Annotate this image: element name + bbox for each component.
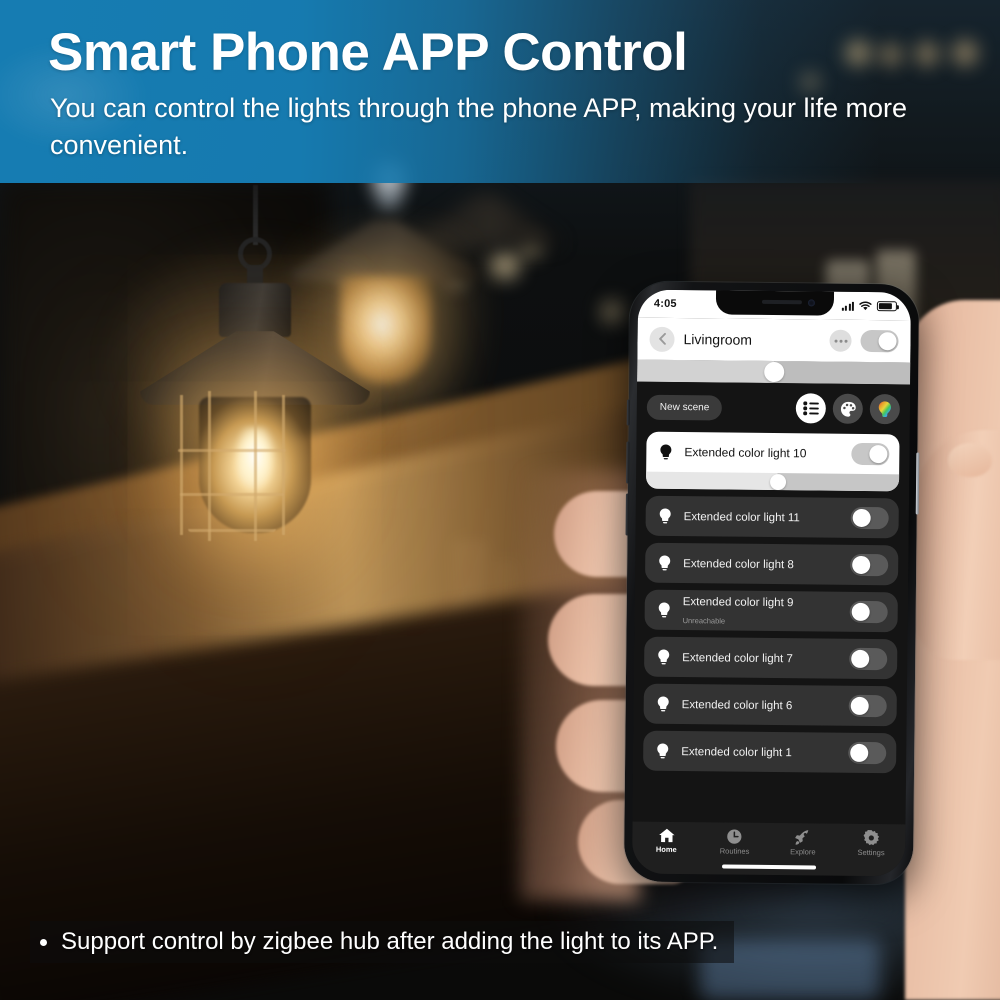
feature-caption: Support control by zigbee hub after addi…	[30, 921, 735, 963]
room-brightness-slider[interactable]	[637, 359, 911, 385]
palette-button[interactable]	[832, 393, 863, 424]
light-toggle[interactable]	[848, 741, 887, 765]
light-toggle[interactable]	[850, 506, 889, 530]
bottom-tab-bar: Home Routines Explore Settings	[631, 821, 906, 877]
bulb-icon	[655, 743, 670, 759]
banner-subtitle: You can control the lights through the p…	[50, 93, 908, 161]
light-name: Extended color light 7	[682, 652, 793, 666]
light-card-texts: Extended color light 7	[682, 648, 838, 668]
clock-icon	[727, 829, 742, 844]
color-bulb-icon	[878, 401, 891, 417]
page-title: Livingroom	[683, 331, 753, 348]
bulb-icon	[658, 508, 673, 524]
rocket-icon	[795, 830, 811, 845]
home-indicator[interactable]	[721, 864, 816, 870]
tab-home[interactable]: Home	[632, 828, 701, 855]
front-camera-icon	[807, 299, 815, 307]
list-view-icon	[802, 401, 819, 416]
status-icons	[841, 301, 897, 312]
phone-screen: 4:05 Livingroom New scene Extended color…	[631, 289, 912, 877]
light-name: Extended color light 9	[682, 596, 794, 610]
bullet-icon	[40, 938, 47, 946]
palette-icon	[840, 401, 856, 417]
caption-text: Support control by zigbee hub after addi…	[61, 928, 719, 955]
light-card-texts: Extended color light 1	[681, 742, 837, 762]
room-header: Livingroom	[637, 317, 911, 363]
list-view-button[interactable]	[795, 393, 826, 424]
battery-icon	[876, 301, 897, 312]
scene-toolbar: New scene	[646, 390, 900, 427]
light-toggle[interactable]	[850, 553, 889, 577]
light-toggle[interactable]	[848, 694, 887, 718]
tab-settings[interactable]: Settings	[837, 829, 906, 858]
tab-label: Settings	[857, 847, 885, 858]
light-card-texts: Extended color light 10	[684, 443, 840, 463]
gear-icon	[863, 829, 880, 846]
light-status: Unreachable	[682, 616, 726, 626]
light-card[interactable]: Extended color light 10	[645, 431, 900, 492]
room-power-toggle[interactable]	[860, 329, 899, 353]
light-card[interactable]: Extended color light 7	[644, 636, 898, 680]
light-name: Extended color light 10	[684, 445, 807, 461]
chevron-left-icon	[658, 332, 666, 345]
light-name: Extended color light 8	[683, 558, 794, 572]
light-brightness-slider[interactable]	[645, 471, 900, 492]
signal-bars-icon	[841, 301, 854, 311]
mute-switch[interactable]	[626, 399, 630, 426]
light-toggle[interactable]	[849, 647, 888, 671]
pendant-lantern-main	[120, 185, 390, 605]
tab-label: Home	[655, 844, 677, 855]
bulb-icon	[656, 696, 671, 712]
home-icon	[658, 828, 675, 843]
scene-icon-buttons	[795, 393, 900, 425]
light-card[interactable]: Extended color light 9 Unreachable	[644, 589, 898, 633]
bulb-icon	[656, 649, 671, 665]
light-card-texts: Extended color light 11	[684, 507, 840, 527]
back-button[interactable]	[649, 326, 675, 352]
light-card-texts: Extended color light 9 Unreachable	[683, 592, 839, 630]
slider-handle[interactable]	[769, 473, 786, 490]
wifi-icon	[859, 301, 872, 311]
color-bulb-button[interactable]	[869, 394, 900, 425]
light-card[interactable]: Extended color light 1	[643, 730, 897, 774]
phone-notch	[715, 290, 834, 316]
power-button[interactable]	[915, 452, 920, 515]
tab-explore[interactable]: Explore	[769, 829, 838, 857]
bokeh-light	[600, 300, 624, 324]
more-options-button[interactable]	[829, 329, 852, 352]
earpiece-speaker	[761, 299, 802, 305]
light-name: Extended color light 1	[681, 746, 792, 760]
slider-handle[interactable]	[763, 361, 784, 383]
thumbnail	[948, 443, 992, 477]
light-card[interactable]: Extended color light 8	[644, 542, 899, 586]
tab-label: Explore	[790, 847, 816, 857]
light-card-texts: Extended color light 8	[683, 554, 839, 574]
volume-up-button[interactable]	[626, 441, 630, 484]
light-toggle[interactable]	[851, 442, 890, 466]
light-card-texts: Extended color light 6	[682, 695, 838, 715]
new-scene-label: New scene	[659, 401, 710, 413]
tab-label: Routines	[719, 846, 750, 856]
tab-routines[interactable]: Routines	[700, 828, 769, 856]
light-name: Extended color light 11	[683, 511, 800, 525]
ellipsis-icon	[834, 339, 838, 343]
banner-title: Smart Phone APP Control	[48, 23, 688, 82]
status-time: 4:05	[653, 297, 677, 310]
lights-list-panel: New scene Extended color light 10 Extend…	[632, 381, 911, 825]
new-scene-button[interactable]: New scene	[646, 394, 723, 420]
light-name: Extended color light 6	[681, 699, 793, 713]
bulb-icon	[658, 444, 673, 460]
smartphone-device: 4:05 Livingroom New scene Extended color…	[623, 281, 920, 885]
light-card[interactable]: Extended color light 11	[645, 495, 899, 539]
volume-down-button[interactable]	[625, 493, 629, 536]
light-card[interactable]: Extended color light 6	[643, 683, 897, 727]
bulb-icon	[657, 602, 672, 618]
bulb-icon	[657, 555, 672, 571]
light-toggle[interactable]	[849, 600, 888, 624]
